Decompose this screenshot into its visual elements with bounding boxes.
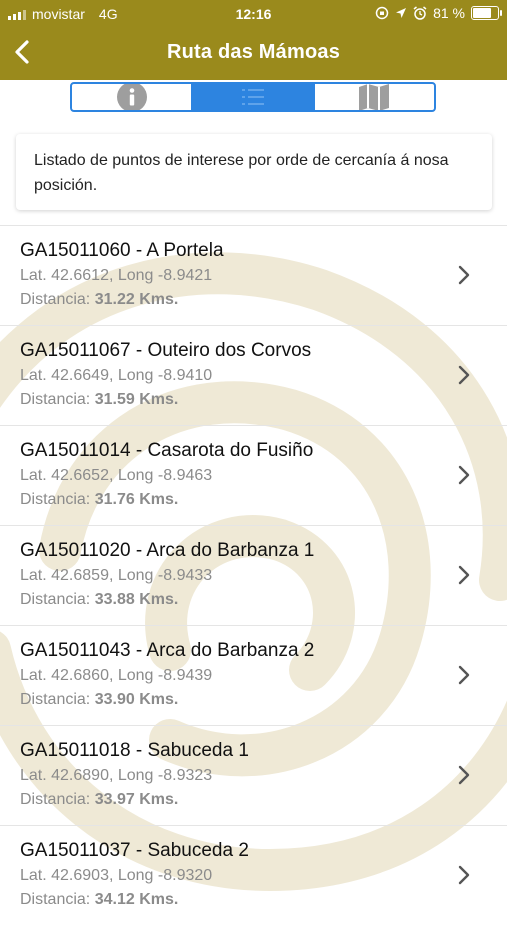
item-title: GA15011014 - Casarota do Fusiño [20,440,314,461]
nav-bar: Ruta das Mámoas [0,28,507,80]
item-coordinates: Lat. 42.6649, Long -8.9410 [20,367,213,384]
item-title: GA15011037 - Sabuceda 2 [20,840,249,861]
list-item[interactable]: GA15011037 - Sabuceda 2 Lat. 42.6903, Lo… [0,825,507,925]
distance-label: Distancia: [20,491,91,508]
map-icon [359,84,390,110]
item-coordinates: Lat. 42.6612, Long -8.9421 [20,267,213,284]
distance-value: 31.76 Kms. [94,491,179,508]
item-distance: Distancia: 33.97 Kms. [20,791,178,809]
item-distance: Distancia: 31.59 Kms. [20,391,178,409]
item-distance: Distancia: 31.76 Kms. [20,491,178,509]
distance-label: Distancia: [20,591,91,608]
orientation-lock-icon [375,6,389,20]
distance-value: 31.59 Kms. [94,391,179,408]
page-title: Ruta das Mámoas [166,41,341,63]
item-title: GA15011067 - Outeiro dos Corvos [20,340,312,361]
tab-list[interactable] [191,84,313,110]
item-coordinates: Lat. 42.6890, Long -8.9323 [20,767,213,784]
chevron-right-icon [458,765,470,785]
battery-icon [471,6,502,20]
status-right: 81 % [375,5,502,21]
item-coordinates: Lat. 42.6652, Long -8.9463 [20,467,213,484]
list-item[interactable]: GA15011060 - A Portela Lat. 42.6612, Lon… [0,225,507,325]
distance-value: 33.90 Kms. [94,691,179,708]
distance-label: Distancia: [20,291,91,308]
distance-value: 31.22 Kms. [94,291,179,308]
list-item[interactable]: GA15011018 - Sabuceda 1 Lat. 42.6890, Lo… [0,725,507,825]
location-icon [396,8,407,18]
tab-info[interactable] [72,84,191,110]
list-icon [241,89,264,105]
alarm-icon [413,6,427,20]
item-title: GA15011018 - Sabuceda 1 [20,740,249,761]
chevron-right-icon [458,565,470,585]
item-distance: Distancia: 33.88 Kms. [20,591,178,609]
list-item[interactable]: GA15011043 - Arca do Barbanza 2 Lat. 42.… [0,625,507,725]
distance-label: Distancia: [20,391,91,408]
chevron-right-icon [458,465,470,485]
status-bar: movistar 4G 12:16 81 % [0,0,507,28]
battery-percent: 81 % [433,5,465,21]
item-title: GA15011060 - A Portela [20,240,224,261]
list-item[interactable]: GA15011020 - Arca do Barbanza 1 Lat. 42.… [0,525,507,625]
distance-label: Distancia: [20,691,91,708]
item-coordinates: Lat. 42.6859, Long -8.9433 [20,567,213,584]
item-distance: Distancia: 31.22 Kms. [20,291,178,309]
info-card: Listado de puntos de interese por orde d… [16,134,492,210]
list-item[interactable]: GA15011014 - Casarota do Fusiño Lat. 42.… [0,425,507,525]
item-coordinates: Lat. 42.6903, Long -8.9320 [20,867,213,884]
list-item[interactable]: GA15011067 - Outeiro dos Corvos Lat. 42.… [0,325,507,425]
view-segmented-control [70,82,436,112]
distance-value: 33.88 Kms. [94,591,179,608]
distance-label: Distancia: [20,791,91,808]
item-title: GA15011020 - Arca do Barbanza 1 [20,540,315,561]
tab-map[interactable] [312,84,434,110]
item-title: GA15011043 - Arca do Barbanza 2 [20,640,315,661]
info-icon [116,84,147,110]
app-header: movistar 4G 12:16 81 % Ruta das Mámoas [0,0,507,80]
item-distance: Distancia: 33.90 Kms. [20,691,178,709]
item-distance: Distancia: 34.12 Kms. [20,891,178,909]
poi-list: GA15011060 - A Portela Lat. 42.6612, Lon… [0,225,507,925]
distance-value: 33.97 Kms. [94,791,179,808]
chevron-right-icon [458,365,470,385]
item-coordinates: Lat. 42.6860, Long -8.9439 [20,667,213,684]
chevron-right-icon [458,665,470,685]
chevron-right-icon [458,865,470,885]
chevron-right-icon [458,265,470,285]
